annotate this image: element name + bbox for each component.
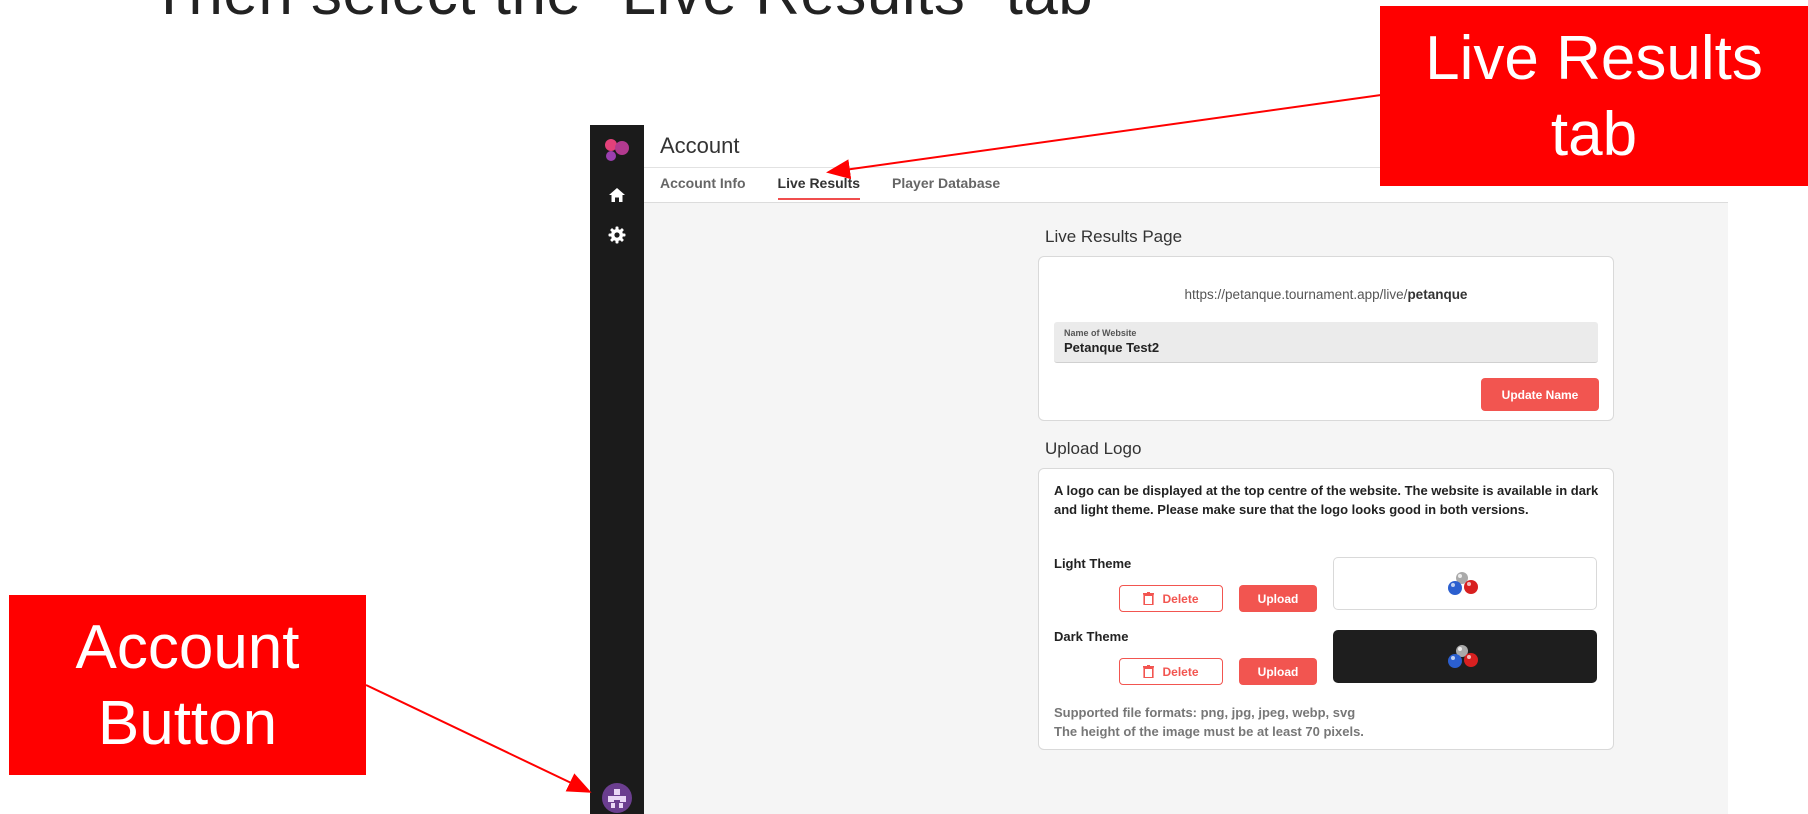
live-results-callout-line1: Live Results xyxy=(1425,24,1763,93)
live-results-section-title: Live Results Page xyxy=(1045,227,1183,246)
petanque-balls-icon xyxy=(1448,571,1478,595)
trash-icon xyxy=(1143,592,1155,605)
light-logo-preview xyxy=(1333,557,1597,610)
gear-icon[interactable] xyxy=(605,223,629,247)
home-icon[interactable] xyxy=(605,183,629,207)
dark-theme-label: Dark Theme xyxy=(1054,629,1129,644)
main-content: Account Account Info Live Results Player… xyxy=(644,125,1728,814)
delete-label: Delete xyxy=(1162,591,1199,606)
tab-player-database[interactable]: Player Database xyxy=(892,175,1000,200)
delete-dark-logo-button[interactable]: Delete xyxy=(1119,658,1223,685)
arrow-to-account-button xyxy=(365,684,592,793)
trash-icon xyxy=(1143,665,1155,678)
url-slug: petanque xyxy=(1407,287,1468,302)
account-avatar[interactable] xyxy=(602,783,632,813)
live-results-card: https://petanque.tournament.app/live/pet… xyxy=(1038,256,1614,421)
live-results-callout: Live Results tab xyxy=(1380,6,1808,186)
upload-dark-logo-button[interactable]: Upload xyxy=(1239,658,1317,685)
avatar-icon xyxy=(608,789,626,808)
top-caption: Then select the "Live Results" tab xyxy=(150,0,1093,29)
website-name-value: Petanque Test2 xyxy=(1064,340,1160,355)
app-screenshot: Account Account Info Live Results Player… xyxy=(590,125,1728,814)
tab-account-info[interactable]: Account Info xyxy=(660,175,746,200)
live-results-url[interactable]: https://petanque.tournament.app/live/pet… xyxy=(1039,287,1613,302)
upload-logo-card: A logo can be displayed at the top centr… xyxy=(1038,468,1614,750)
delete-light-logo-button[interactable]: Delete xyxy=(1119,585,1223,612)
update-name-button[interactable]: Update Name xyxy=(1481,378,1599,411)
upload-logo-section-title: Upload Logo xyxy=(1045,439,1142,458)
delete-label: Delete xyxy=(1162,664,1199,679)
account-button-callout: Account Button xyxy=(9,595,366,775)
logo-description: A logo can be displayed at the top centr… xyxy=(1054,483,1599,517)
url-prefix: https://petanque.tournament.app/live/ xyxy=(1184,287,1408,302)
live-results-callout-line2: tab xyxy=(1550,100,1638,169)
tab-bar: Account Info Live Results Player Databas… xyxy=(660,175,1000,200)
website-name-field[interactable]: Name of Website Petanque Test2 xyxy=(1054,322,1598,363)
website-name-label: Name of Website xyxy=(1064,328,1137,338)
account-callout-line2: Button xyxy=(97,689,278,758)
page-title: Account xyxy=(660,133,740,158)
sidebar xyxy=(590,125,644,814)
light-theme-label: Light Theme xyxy=(1054,556,1132,571)
petanque-balls-icon xyxy=(1448,644,1478,668)
app-logo-icon[interactable] xyxy=(602,137,632,163)
account-callout-line1: Account xyxy=(75,613,300,682)
supported-formats-text: Supported file formats: png, jpg, jpeg, … xyxy=(1054,705,1356,720)
tab-live-results[interactable]: Live Results xyxy=(777,175,861,200)
upload-light-logo-button[interactable]: Upload xyxy=(1239,585,1317,612)
dark-logo-preview xyxy=(1333,630,1597,683)
image-height-requirement-text: The height of the image must be at least… xyxy=(1054,724,1364,739)
